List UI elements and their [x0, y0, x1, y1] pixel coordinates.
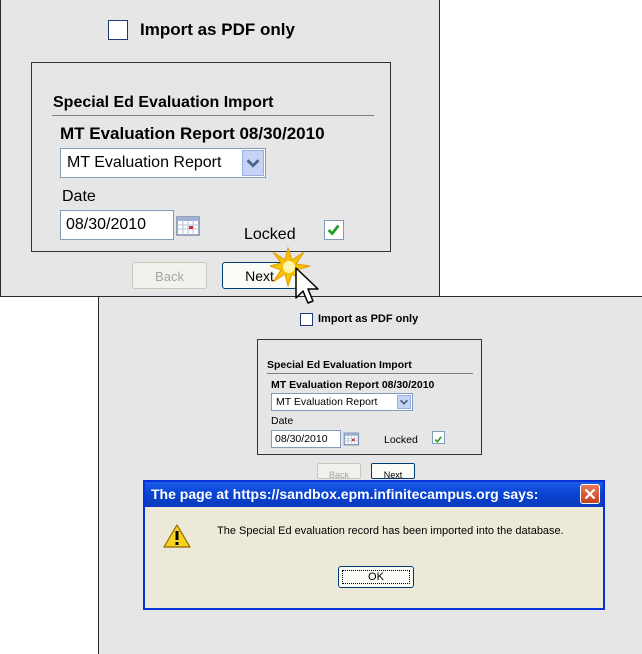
date-input-small[interactable]: 08/30/2010	[271, 430, 341, 448]
report-select-value: MT Evaluation Report	[67, 154, 222, 171]
date-input-value-small: 08/30/2010	[275, 433, 328, 445]
warning-icon	[163, 523, 191, 549]
report-select-small[interactable]: MT Evaluation Report	[271, 393, 413, 411]
dialog-message: The Special Ed evaluation record has bee…	[217, 525, 564, 537]
calendar-icon-small[interactable]	[343, 431, 361, 447]
chevron-down-icon-small[interactable]	[397, 395, 411, 409]
back-button-label-small: Back	[328, 470, 349, 480]
date-label: Date	[62, 188, 96, 205]
locked-label: Locked	[244, 226, 296, 243]
report-heading: MT Evaluation Report 08/30/2010	[60, 124, 325, 143]
close-icon[interactable]	[580, 484, 600, 504]
mouse-pointer-icon	[268, 246, 340, 306]
evaluation-import-group-small: Special Ed Evaluation Import MT Evaluati…	[257, 339, 482, 455]
locked-checkbox[interactable]	[324, 220, 344, 240]
section-divider-small	[267, 373, 473, 374]
report-heading-small: MT Evaluation Report 08/30/2010	[271, 379, 435, 391]
date-input-value: 08/30/2010	[66, 216, 147, 233]
checkmark-icon	[327, 224, 340, 236]
import-pdf-checkbox[interactable]	[108, 20, 128, 40]
zoomed-form-panel: Import as PDF only Special Ed Evaluation…	[0, 0, 440, 297]
section-title: Special Ed Evaluation Import	[53, 94, 274, 111]
back-button-small[interactable]: Back	[317, 463, 361, 480]
checkmark-icon-small	[434, 436, 442, 443]
calendar-icon[interactable]	[175, 214, 203, 238]
locked-checkbox-small[interactable]	[432, 431, 445, 444]
locked-label-small: Locked	[384, 434, 418, 446]
date-input[interactable]: 08/30/2010	[60, 210, 174, 240]
date-label-small: Date	[271, 415, 294, 427]
back-button-label: Back	[155, 269, 184, 284]
dialog-title: The page at https://sandbox.epm.infinite…	[151, 486, 539, 502]
import-pdf-label: Import as PDF only	[140, 20, 295, 39]
ok-button[interactable]: OK	[338, 566, 414, 588]
report-select-value-small: MT Evaluation Report	[276, 396, 378, 408]
section-divider	[52, 115, 374, 116]
ok-button-label: OK	[368, 571, 384, 583]
section-title-small: Special Ed Evaluation Import	[267, 359, 412, 371]
dialog-titlebar[interactable]: The page at https://sandbox.epm.infinite…	[145, 482, 603, 507]
report-select[interactable]: MT Evaluation Report	[60, 148, 266, 178]
back-button[interactable]: Back	[132, 262, 207, 289]
alert-dialog: The page at https://sandbox.epm.infinite…	[143, 480, 605, 610]
chevron-down-icon[interactable]	[242, 150, 264, 176]
import-pdf-label-small: Import as PDF only	[318, 313, 419, 325]
import-pdf-checkbox-small[interactable]	[300, 313, 313, 326]
next-button-label-small: Next	[383, 470, 403, 480]
next-button-small[interactable]: Next	[371, 463, 415, 480]
evaluation-import-group: Special Ed Evaluation Import MT Evaluati…	[31, 62, 391, 252]
